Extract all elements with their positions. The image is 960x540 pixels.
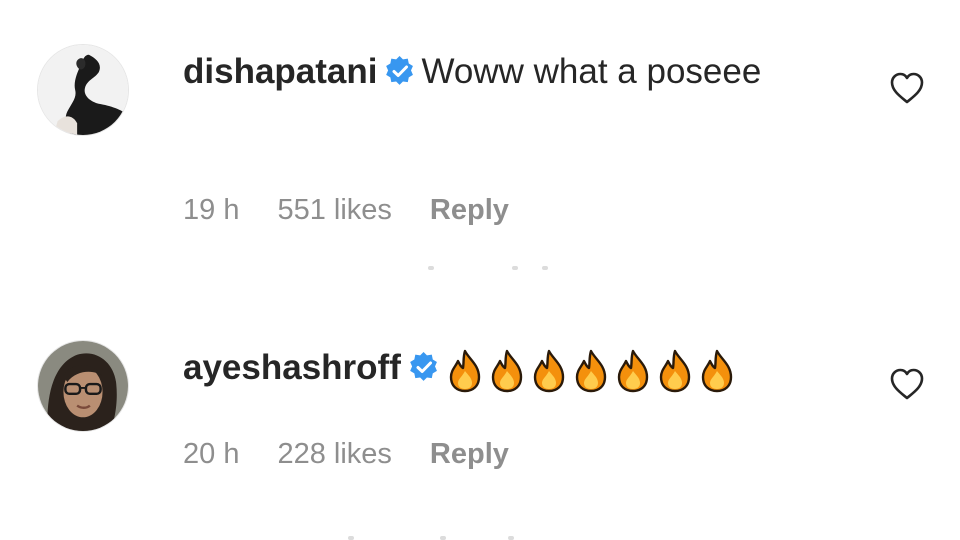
fire-emoji-icon	[489, 349, 525, 393]
comment-time: 20 h	[183, 438, 240, 470]
comment-item: dishapatani Woww what a poseee 19 h 551 l…	[0, 0, 960, 270]
like-button[interactable]	[887, 68, 927, 108]
avatar[interactable]	[37, 44, 129, 136]
user-avatar-icon	[38, 341, 128, 431]
comment-meta: 20 h 228 likes Reply	[183, 438, 547, 471]
verified-badge-icon	[385, 56, 415, 86]
divider	[420, 266, 560, 272]
comment-meta: 19 h 551 likes Reply	[183, 194, 547, 227]
like-button[interactable]	[887, 364, 927, 404]
reply-button[interactable]: Reply	[430, 438, 509, 471]
heart-outline-icon	[890, 72, 924, 104]
fire-emoji-icon	[447, 349, 483, 393]
user-avatar-icon	[38, 45, 128, 135]
fire-emoji-icon	[657, 349, 693, 393]
avatar[interactable]	[37, 340, 129, 432]
comment-text-block: dishapatani Woww what a poseee	[183, 45, 803, 98]
likes-count[interactable]: 551 likes	[277, 194, 391, 227]
comment-text: Woww what a poseee	[421, 52, 762, 91]
fire-emoji-icon	[531, 349, 567, 393]
fire-emoji-icon	[573, 349, 609, 393]
fire-emoji-icon	[699, 349, 735, 393]
comment-time: 19 h	[183, 194, 240, 226]
comments-list: dishapatani Woww what a poseee 19 h 551 l…	[0, 0, 960, 540]
username[interactable]: dishapatani	[183, 52, 377, 91]
likes-count[interactable]: 228 likes	[277, 438, 391, 471]
reply-button[interactable]: Reply	[430, 194, 509, 227]
comment-item: ayeshashroff 20 h 228 likes Reply	[0, 300, 960, 540]
username[interactable]: ayeshashroff	[183, 348, 401, 387]
comment-text-block: ayeshashroff	[183, 341, 803, 402]
fire-emoji-icon	[615, 349, 651, 393]
verified-badge-icon	[409, 352, 439, 382]
comment-emoji	[447, 349, 741, 402]
divider	[348, 536, 560, 540]
heart-outline-icon	[890, 368, 924, 400]
